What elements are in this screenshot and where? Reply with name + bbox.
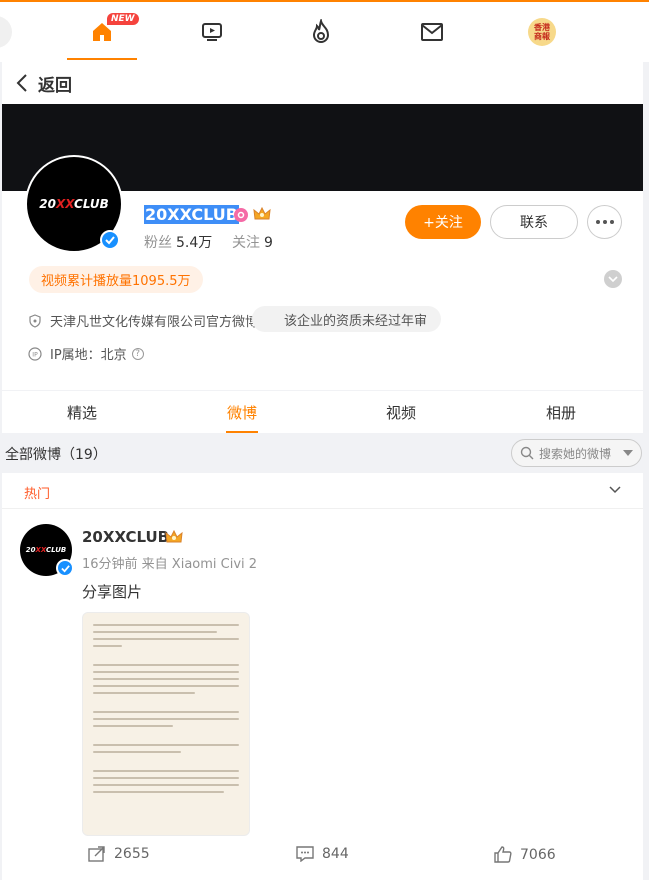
company-name: 天津凡世文化传媒有限公司官方微博 <box>50 315 259 330</box>
comment-icon <box>296 846 314 862</box>
comment-button[interactable]: 844 <box>296 846 349 862</box>
ip-icon: IP <box>28 346 42 361</box>
nav-hot-tab[interactable] <box>286 4 356 60</box>
chevron-down-icon[interactable] <box>604 270 622 288</box>
followers-stat[interactable]: 粉丝 5.4万 <box>144 232 212 252</box>
post-text: 分享图片 <box>82 583 143 601</box>
top-navigation: NEW 香港 商報 <box>0 0 649 62</box>
follow-button[interactable]: +关注 <box>405 205 481 239</box>
verified-icon <box>56 559 74 577</box>
ip-location-text: IP属地：北京 <box>50 348 127 363</box>
fire-icon <box>312 19 330 43</box>
nav-message-tab[interactable] <box>397 4 467 60</box>
profile-card: 20XXCLUB 20XXCLUB 粉丝 5.4万 关注 9 +关注 联系 视频累计… <box>2 155 643 390</box>
repost-count: 2655 <box>114 846 150 862</box>
shield-icon <box>29 313 41 328</box>
repost-icon <box>88 846 105 862</box>
tab-featured[interactable]: 精选 <box>42 391 122 433</box>
contact-button[interactable]: 联系 <box>490 205 578 239</box>
tab-album[interactable]: 相册 <box>521 391 601 433</box>
new-badge: NEW <box>107 13 139 25</box>
like-count: 7066 <box>520 846 556 863</box>
followers-label: 粉丝 <box>144 235 172 251</box>
search-icon <box>520 446 534 460</box>
search-button-edge[interactable] <box>0 16 12 48</box>
crown-icon <box>165 529 183 543</box>
club-logo: 20XXCLUB <box>39 197 109 211</box>
company-info: 天津凡世文化传媒有限公司官方微博 <box>28 311 258 330</box>
search-placeholder: 搜索她的微博 <box>539 446 612 461</box>
repost-button[interactable]: 2655 <box>88 846 150 862</box>
avatar: 香港 商報 <box>528 18 556 46</box>
nav-video-tab[interactable] <box>177 4 247 60</box>
comment-count: 844 <box>322 846 349 862</box>
thumbs-up-icon <box>494 846 512 863</box>
more-options-button[interactable] <box>587 205 622 239</box>
profile-tabs: 精选 微博 视频 相册 <box>2 391 643 433</box>
qualification-notice: 该企业的资质未经过年审 <box>252 306 442 332</box>
back-button[interactable]: 返回 <box>38 71 72 96</box>
following-count: 9 <box>264 235 273 251</box>
post-image[interactable] <box>82 612 250 836</box>
nav-user-tab[interactable]: 香港 商報 <box>507 4 577 60</box>
chevron-down-icon[interactable] <box>608 483 622 497</box>
member-icon <box>234 208 248 222</box>
verified-icon <box>100 230 120 250</box>
weibo-post: 20XXCLUB 20XXCLUB 16分钟前 来自 Xiaomi Civi 2… <box>2 509 643 880</box>
tab-video[interactable]: 视频 <box>361 391 441 433</box>
weibo-search-input[interactable]: 搜索她的微博 <box>511 439 642 467</box>
tab-weibo[interactable]: 微博 <box>202 391 282 433</box>
club-logo: 20XXCLUB <box>25 546 67 554</box>
post-author[interactable]: 20XXCLUB <box>82 528 169 546</box>
weibo-list-header: 全部微博（19） 搜索她的微博 <box>0 433 649 473</box>
post-meta: 16分钟前 来自 Xiaomi Civi 2 <box>82 557 258 572</box>
play-count-badge: 视频累计播放量1095.5万 <box>29 266 203 293</box>
hot-filter-bar: 热门 <box>2 473 643 509</box>
followers-count: 5.4万 <box>176 235 213 251</box>
all-weibo-title[interactable]: 全部微博（19） <box>5 444 107 464</box>
like-button[interactable]: 7066 <box>494 846 556 863</box>
nav-home-tab[interactable]: NEW <box>67 4 139 60</box>
svg-text:IP: IP <box>32 351 38 358</box>
mail-icon <box>421 23 443 41</box>
dropdown-icon[interactable] <box>623 450 634 456</box>
back-bar: 返回 <box>2 62 643 104</box>
help-icon[interactable]: ? <box>131 347 144 360</box>
video-icon <box>202 23 222 41</box>
chevron-left-icon[interactable] <box>16 73 32 93</box>
ip-location: IP IP属地：北京 ? <box>28 344 144 363</box>
following-stat[interactable]: 关注 9 <box>232 232 273 252</box>
profile-name: 20XXCLUB <box>144 205 239 224</box>
following-label: 关注 <box>232 235 260 251</box>
hot-label[interactable]: 热门 <box>24 483 50 502</box>
crown-icon <box>253 206 271 220</box>
